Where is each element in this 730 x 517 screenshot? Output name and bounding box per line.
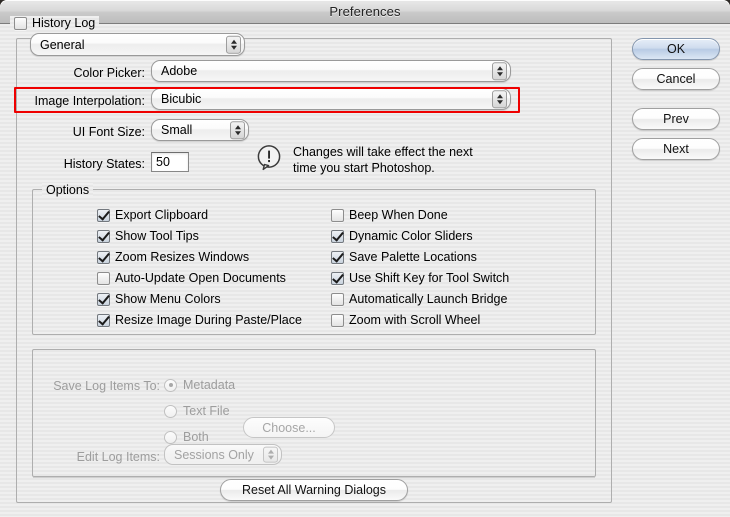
checkbox-label: Auto-Update Open Documents — [115, 271, 286, 285]
history-log-legend[interactable]: History Log — [10, 16, 100, 30]
reset-all-warning-dialogs-button[interactable]: Reset All Warning Dialogs — [220, 479, 408, 501]
next-button-label: Next — [663, 142, 689, 156]
history-log-checkbox[interactable] — [14, 16, 27, 30]
edit-log-items-value: Sessions Only — [174, 447, 254, 462]
radio-save-log-0[interactable]: Metadata — [164, 378, 235, 392]
reset-button-label: Reset All Warning Dialogs — [241, 483, 387, 497]
next-button[interactable]: Next — [632, 138, 720, 160]
option-left-4[interactable]: Show Menu Colors — [97, 292, 221, 306]
chevron-updown-icon — [492, 62, 507, 80]
checkbox-label: Beep When Done — [349, 208, 448, 222]
choose-button[interactable]: Choose... — [243, 417, 335, 438]
checkbox-label: Resize Image During Paste/Place — [115, 313, 302, 327]
ok-button-label: OK — [666, 42, 686, 56]
history-log-legend-label: History Log — [32, 16, 96, 30]
bottom-divider — [33, 477, 595, 478]
options-legend: Options — [42, 183, 94, 197]
option-right-2[interactable]: Save Palette Locations — [331, 250, 477, 264]
checkbox-icon[interactable] — [97, 313, 110, 327]
checkbox-icon[interactable] — [97, 250, 110, 264]
color-picker-value: Adobe — [161, 64, 198, 78]
radio-icon[interactable] — [164, 378, 177, 392]
edit-log-items-dropdown[interactable]: Sessions Only — [164, 444, 282, 465]
save-log-items-label: Save Log Items To: — [53, 379, 160, 393]
preferences-dialog: Preferences General Color Picker: Adobe … — [0, 0, 730, 517]
checkbox-icon[interactable] — [97, 208, 110, 222]
color-picker-dropdown[interactable]: Adobe — [151, 60, 511, 82]
radio-icon[interactable] — [164, 404, 177, 418]
checkbox-icon[interactable] — [331, 250, 344, 264]
chevron-updown-icon — [492, 90, 507, 108]
radio-label: Both — [183, 430, 209, 444]
prev-button-label: Prev — [663, 112, 689, 126]
ok-button[interactable]: OK — [632, 38, 720, 60]
ui-font-size-value: Small — [161, 123, 193, 137]
checkbox-icon[interactable] — [97, 292, 110, 306]
cancel-button-label: Cancel — [656, 72, 696, 86]
history-states-value: 50 — [156, 155, 170, 169]
history-states-input[interactable]: 50 — [151, 152, 189, 172]
ui-font-size-label: UI Font Size: — [72, 125, 145, 139]
checkbox-label: Zoom Resizes Windows — [115, 250, 250, 264]
checkbox-icon[interactable] — [331, 208, 344, 222]
image-interpolation-dropdown[interactable]: Bicubic — [151, 88, 511, 110]
prev-button[interactable]: Prev — [632, 108, 720, 130]
title-bar[interactable]: Preferences — [0, 0, 730, 24]
checkbox-icon[interactable] — [331, 271, 344, 285]
option-right-5[interactable]: Zoom with Scroll Wheel — [331, 313, 480, 327]
image-interpolation-value: Bicubic — [161, 92, 202, 106]
notice-line-1: Changes will take effect the next — [293, 145, 473, 159]
chevron-updown-icon — [230, 121, 245, 139]
option-left-2[interactable]: Zoom Resizes Windows — [97, 250, 249, 264]
option-right-4[interactable]: Automatically Launch Bridge — [331, 292, 507, 306]
radio-save-log-1[interactable]: Text File — [164, 404, 230, 418]
option-left-0[interactable]: Export Clipboard — [97, 208, 208, 222]
option-right-3[interactable]: Use Shift Key for Tool Switch — [331, 271, 509, 285]
history-states-label: History States: — [63, 157, 145, 171]
notice-line-2: time you start Photoshop. — [293, 161, 435, 175]
panel-selector-dropdown[interactable]: General — [30, 33, 245, 56]
option-left-5[interactable]: Resize Image During Paste/Place — [97, 313, 302, 327]
radio-save-log-2[interactable]: Both — [164, 430, 209, 444]
checkbox-icon[interactable] — [97, 229, 110, 243]
checkbox-icon[interactable] — [97, 271, 110, 285]
checkbox-label: Export Clipboard — [115, 208, 209, 222]
checkbox-label: Automatically Launch Bridge — [349, 292, 508, 306]
radio-label: Metadata — [183, 378, 236, 392]
image-interpolation-label: Image Interpolation: — [34, 94, 146, 108]
radio-icon[interactable] — [164, 430, 177, 444]
chevron-updown-icon — [263, 446, 278, 463]
checkbox-label: Dynamic Color Sliders — [349, 229, 473, 243]
chevron-updown-icon — [226, 35, 241, 54]
option-right-0[interactable]: Beep When Done — [331, 208, 448, 222]
checkbox-label: Show Menu Colors — [115, 292, 221, 306]
checkbox-icon[interactable] — [331, 229, 344, 243]
dialog-content: General Color Picker: Adobe Image Interp… — [0, 16, 730, 517]
checkbox-label: Save Palette Locations — [349, 250, 477, 264]
option-right-1[interactable]: Dynamic Color Sliders — [331, 229, 473, 243]
panel-selector-value: General — [40, 37, 85, 52]
warning-bubble-icon — [256, 144, 284, 172]
window-title: Preferences — [329, 4, 401, 19]
checkbox-label: Zoom with Scroll Wheel — [349, 313, 481, 327]
radio-label: Text File — [183, 404, 230, 418]
color-picker-label: Color Picker: — [73, 66, 145, 80]
checkbox-icon[interactable] — [331, 313, 344, 327]
edit-log-items-label: Edit Log Items: — [76, 450, 160, 464]
cancel-button[interactable]: Cancel — [632, 68, 720, 90]
option-left-3[interactable]: Auto-Update Open Documents — [97, 271, 286, 285]
checkbox-icon[interactable] — [331, 292, 344, 306]
checkbox-label: Show Tool Tips — [115, 229, 199, 243]
ui-font-size-dropdown[interactable]: Small — [151, 119, 249, 141]
choose-button-label: Choose... — [262, 420, 316, 435]
option-left-1[interactable]: Show Tool Tips — [97, 229, 199, 243]
checkbox-label: Use Shift Key for Tool Switch — [349, 271, 510, 285]
